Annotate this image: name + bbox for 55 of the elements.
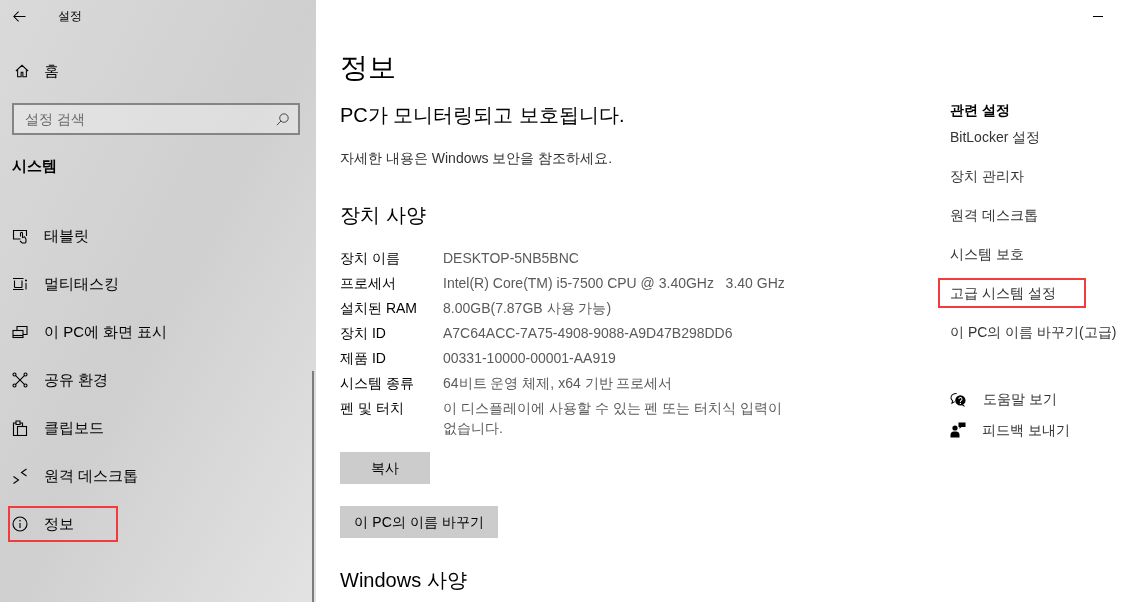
- help-bubbles-icon: [950, 391, 967, 407]
- spec-value: 8.00GB(7.87GB 사용 가능): [443, 299, 612, 316]
- spec-value: 64비트 운영 체제, x64 기반 프로세서: [443, 374, 673, 391]
- feedback-link[interactable]: 피드백 보내기: [950, 416, 1070, 444]
- chevrons-icon: [12, 468, 28, 484]
- person-flag-icon: [950, 422, 966, 438]
- security-status-heading: PC가 모니터링되고 보호됩니다.: [340, 103, 625, 128]
- scrollbar[interactable]: [312, 371, 314, 602]
- nav-item[interactable]: 이 PC에 화면 표시: [8, 314, 180, 350]
- nav-item[interactable]: 공유 환경: [8, 362, 121, 398]
- share-nodes-icon: [12, 372, 28, 388]
- nav-item[interactable]: 태블릿: [8, 218, 118, 254]
- nav-item[interactable]: 클립보드: [8, 410, 118, 446]
- related-link[interactable]: 시스템 보호: [938, 239, 1032, 269]
- home-link[interactable]: 홈: [15, 51, 59, 91]
- search-icon: [276, 113, 289, 126]
- info-icon: [12, 516, 28, 532]
- help-link[interactable]: 도움말 보기: [950, 385, 1057, 413]
- spec-label: 펜 및 터치: [340, 399, 404, 416]
- window-title: 설정: [58, 8, 82, 24]
- spec-label: 시스템 종류: [340, 374, 414, 391]
- spec-label: 장치 이름: [340, 249, 400, 266]
- minimize-icon: [1093, 15, 1103, 17]
- search-field[interactable]: 설정 검색: [12, 103, 300, 135]
- clipboard-icon: [12, 420, 28, 436]
- related-link[interactable]: 장치 관리자: [938, 161, 1032, 191]
- spec-value: DESKTOP-5NB5BNC: [443, 249, 579, 266]
- section-heading: 장치 사양: [340, 203, 426, 228]
- related-link[interactable]: BitLocker 설정: [938, 122, 1049, 152]
- multitasking-icon: [12, 276, 28, 292]
- spec-value: 이 디스플레이에 사용할 수 있는 펜 또는 터치식 입력이 없습니다.: [443, 399, 784, 436]
- spec-label: 장치 ID: [340, 324, 386, 341]
- copy-button[interactable]: 복사: [340, 452, 430, 484]
- spec-label: 설치된 RAM: [340, 299, 417, 316]
- tablet-hand-icon: [12, 228, 28, 244]
- section-title: 시스템: [12, 156, 57, 176]
- arrow-left-icon: [12, 10, 26, 22]
- home-icon: [15, 64, 29, 78]
- related-link[interactable]: 이 PC의 이름 바꾸기(고급): [938, 317, 1125, 347]
- screens-icon: [12, 324, 28, 340]
- page-title: 정보: [340, 51, 396, 85]
- nav-item[interactable]: 원격 데스크톱: [8, 458, 151, 494]
- spec-value: 00331-10000-00001-AA919: [443, 349, 616, 366]
- spec-label: 프로세서: [340, 274, 396, 291]
- security-note: 자세한 내용은 Windows 보안을 참조하세요.: [340, 149, 613, 168]
- section-heading: Windows 사양: [340, 568, 467, 593]
- section-heading: 관련 설정: [950, 101, 1010, 120]
- related-link[interactable]: 원격 데스크톱: [938, 200, 1046, 230]
- nav-item[interactable]: 멀티태스킹: [8, 266, 131, 302]
- rename-pc-button[interactable]: 이 PC의 이름 바꾸기: [340, 506, 498, 538]
- related-link[interactable]: 고급 시스템 설정: [938, 278, 1086, 308]
- spec-value: A7C64ACC-7A75-4908-9088-A9D47B298DD6: [443, 324, 733, 341]
- spec-label: 제품 ID: [340, 349, 386, 366]
- nav-item[interactable]: 정보: [8, 506, 118, 542]
- spec-value: Intel(R) Core(TM) i5-7500 CPU @ 3.40GHz 3.40 GHz: [443, 274, 785, 291]
